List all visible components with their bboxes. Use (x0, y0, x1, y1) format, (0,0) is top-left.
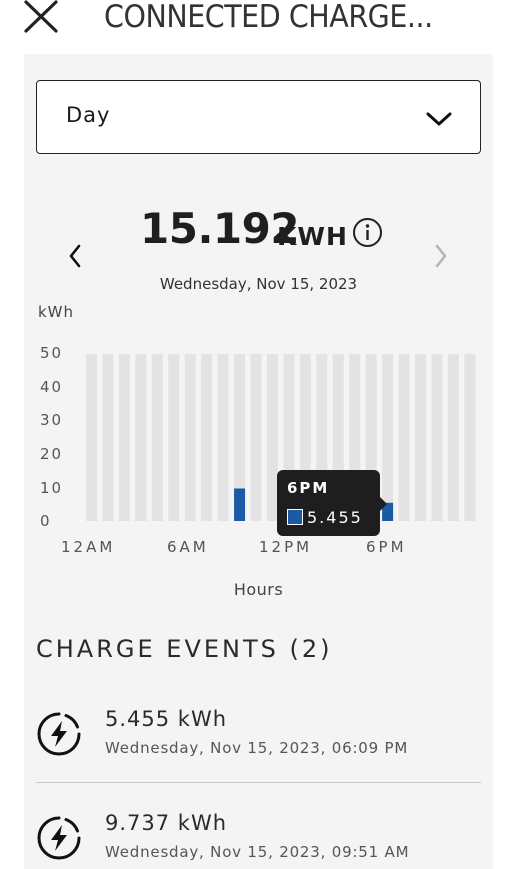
chart-bar-track (398, 354, 410, 521)
x-axis-title: Hours (233, 580, 284, 599)
x-tick-label: 12AM (61, 538, 116, 556)
charge-event-item[interactable]: 9.737 kWh Wednesday, Nov 15, 2023, 09:51… (36, 809, 481, 869)
charge-bolt-icon (37, 712, 81, 756)
chart-bar-track (431, 354, 443, 521)
charge-bolt-icon (37, 816, 81, 860)
tooltip-swatch (287, 509, 303, 525)
chart-bar-track (382, 354, 394, 521)
tooltip-title: 6PM (287, 479, 330, 497)
tooltip-value: 5.455 (307, 508, 363, 527)
chart-bar-track (184, 354, 196, 521)
x-tick-label: 6AM (167, 538, 209, 556)
event-energy: 5.455 kWh (105, 707, 228, 731)
hourly-energy-chart (86, 354, 476, 521)
chart-bar-track (102, 354, 114, 521)
event-time: Wednesday, Nov 15, 2023, 06:09 PM (105, 739, 409, 757)
chart-bar-track (135, 354, 147, 521)
chart-bar-track (415, 354, 426, 521)
event-energy: 9.737 kWh (105, 811, 228, 835)
chart-bar-track (201, 354, 213, 521)
chart-bar-track (118, 354, 130, 521)
chart-bar-track (217, 354, 229, 521)
tooltip-pointer (380, 497, 387, 511)
x-tick-label: 6PM (366, 538, 407, 556)
chart-bar-track (447, 354, 459, 521)
chart-bar-track (168, 354, 180, 521)
chart-bar-track (250, 354, 262, 521)
x-tick-label: 12PM (259, 538, 313, 556)
list-divider (36, 782, 481, 783)
charge-events-heading: CHARGE EVENTS (2) (36, 635, 333, 663)
chart-bar-track (151, 354, 163, 521)
chart-bar-track (464, 354, 476, 521)
chart-tooltip: 6PM 5.455 (277, 470, 380, 536)
charge-event-item[interactable]: 5.455 kWh Wednesday, Nov 15, 2023, 06:09… (36, 705, 481, 785)
chart-bar-track (86, 354, 97, 521)
event-time: Wednesday, Nov 15, 2023, 09:51 AM (105, 843, 410, 861)
chart-bar-9AM[interactable] (234, 488, 246, 521)
